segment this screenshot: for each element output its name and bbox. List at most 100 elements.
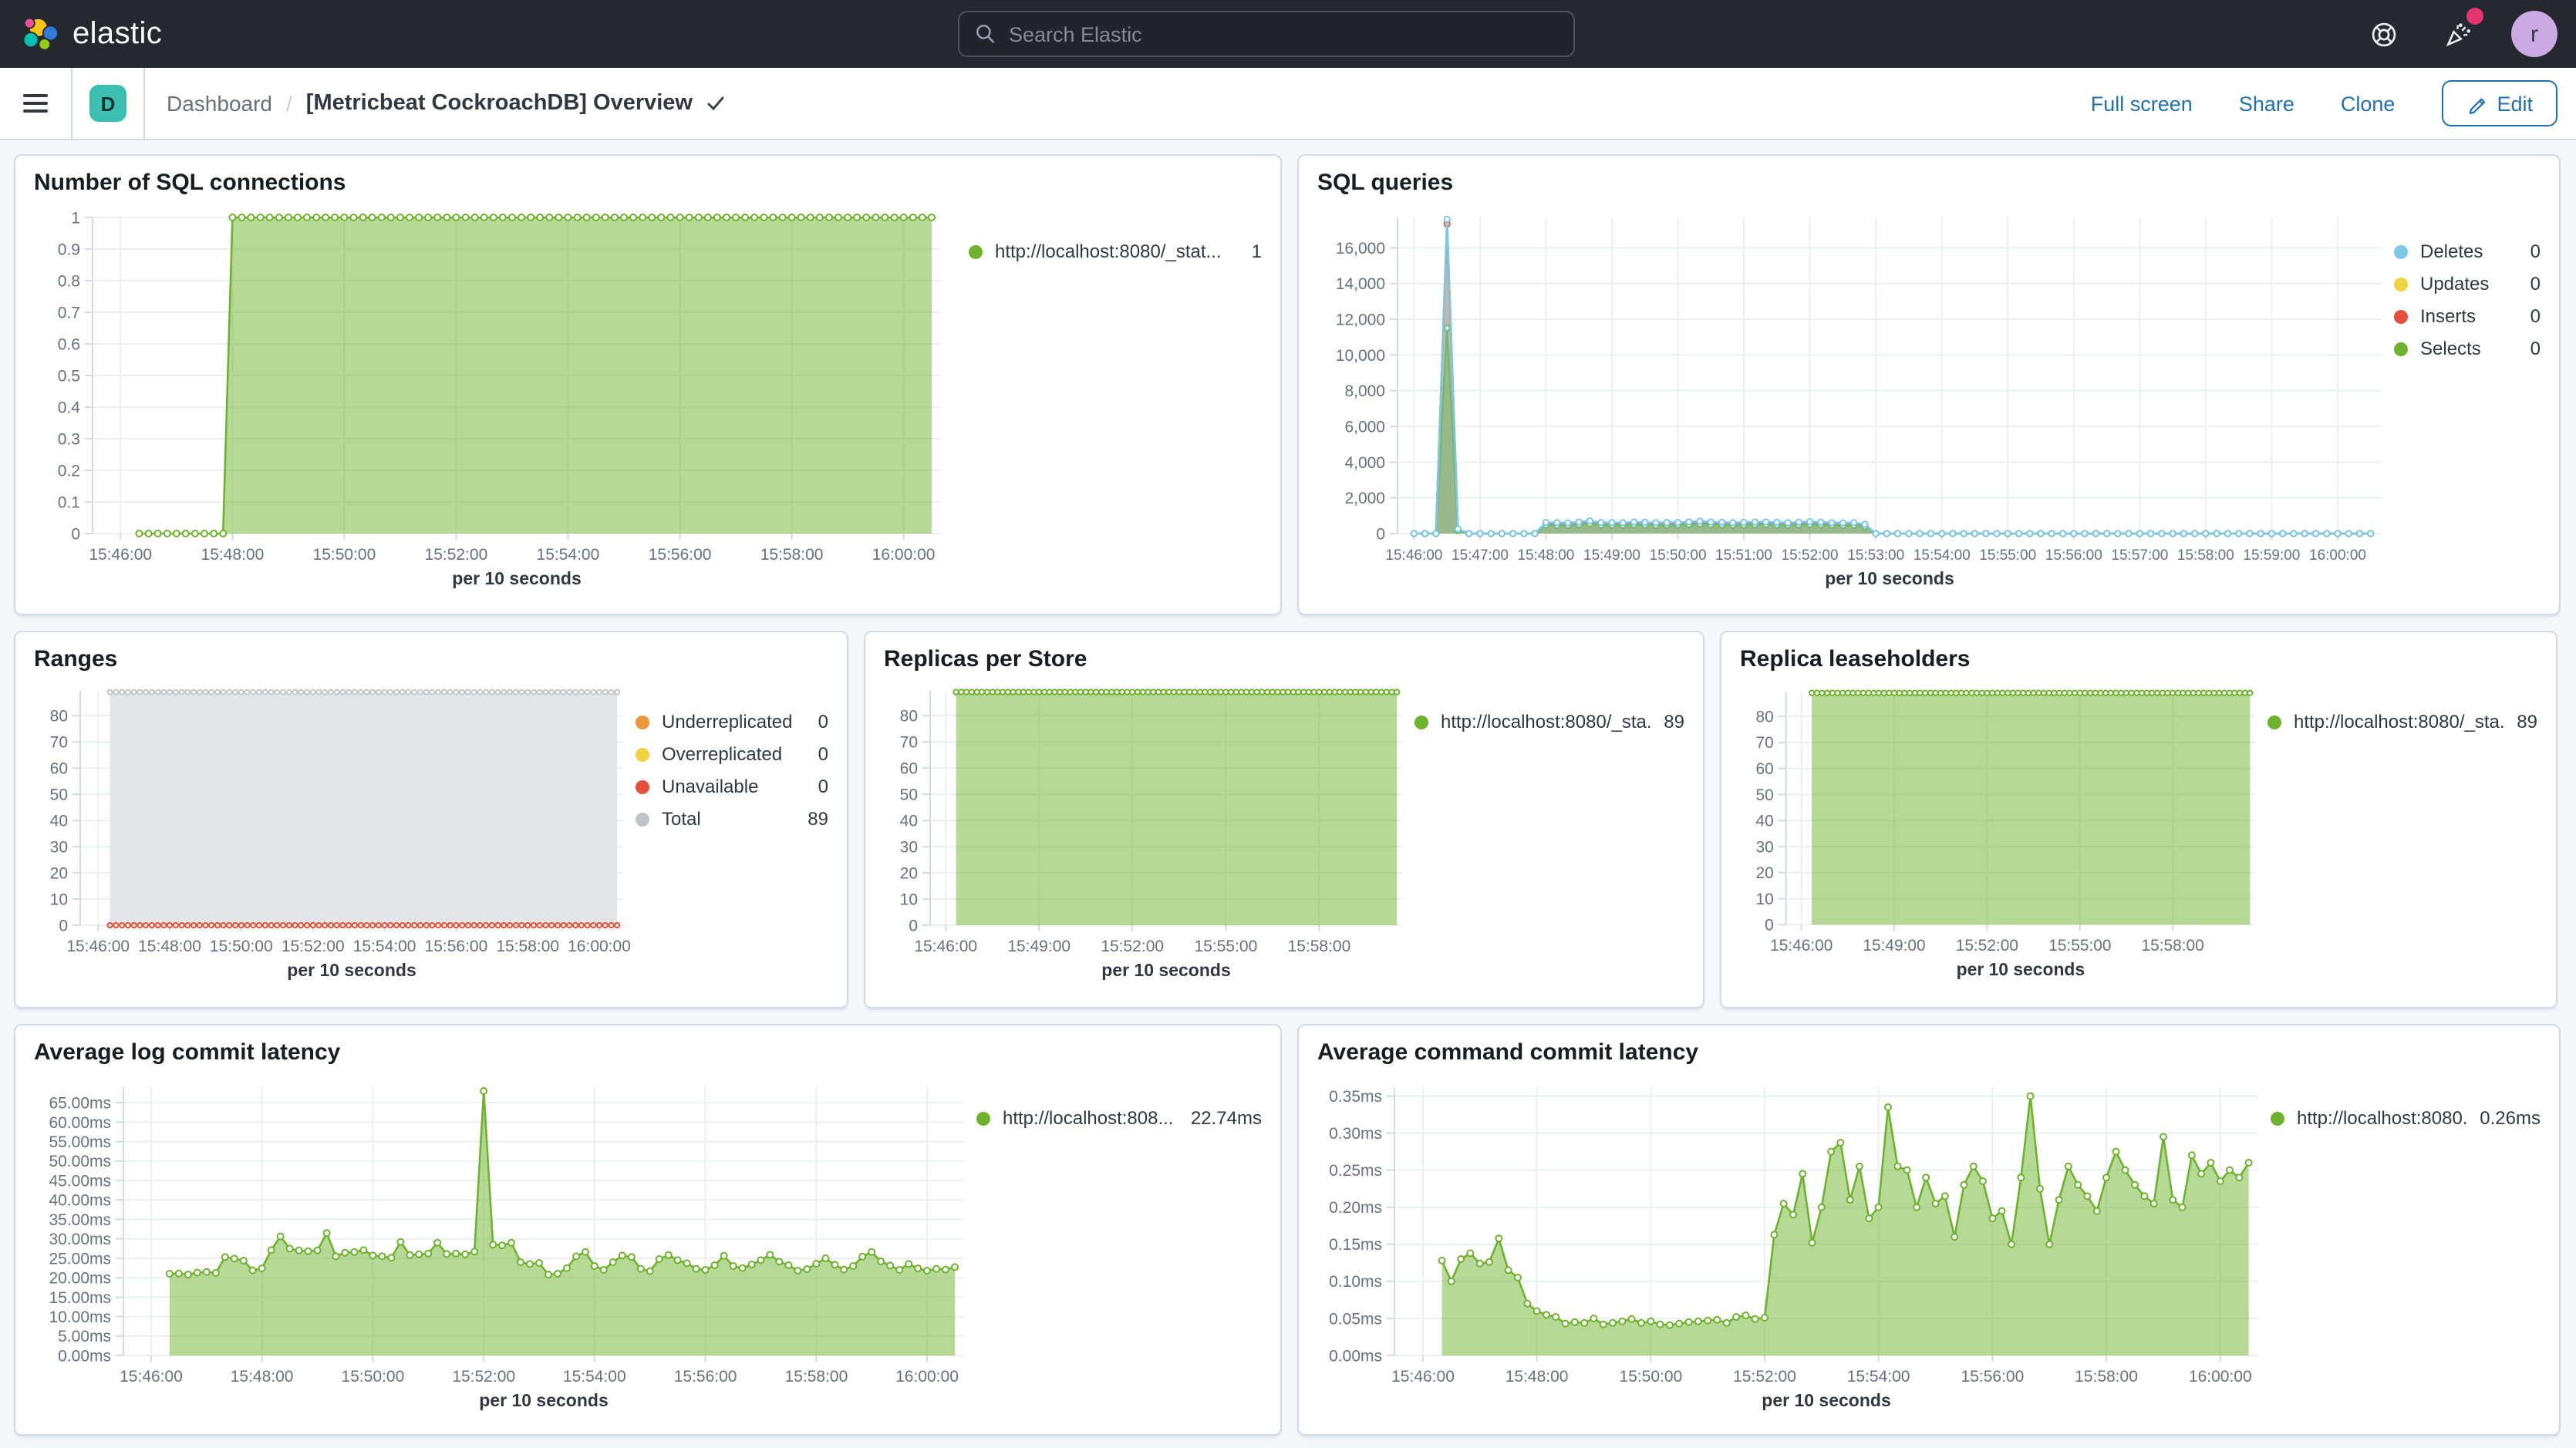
svg-text:10: 10 <box>900 891 918 908</box>
chart-region-sql-queries: 02,0004,0006,0008,00010,00012,00014,0001… <box>1299 202 2559 608</box>
panel-title-sql-connections: Number of SQL connections <box>15 156 1280 202</box>
svg-text:15:50:00: 15:50:00 <box>1650 547 1707 564</box>
elastic-logo-icon <box>22 15 59 52</box>
help-icon[interactable] <box>2363 14 2403 54</box>
share-button[interactable]: Share <box>2239 92 2294 115</box>
legend-item[interactable]: http://localhost:8080/_sta...89 <box>1414 706 1684 739</box>
svg-text:70: 70 <box>1756 734 1774 752</box>
chart-replicas-per-store-plot: 0102030405060708015:46:0015:49:0015:52:0… <box>884 679 1414 987</box>
svg-text:80: 80 <box>900 708 918 726</box>
legend-item[interactable]: http://localhost:8080...0.26ms <box>2271 1103 2541 1135</box>
svg-text:15:50:00: 15:50:00 <box>342 1368 405 1386</box>
svg-text:15:54:00: 15:54:00 <box>353 938 416 955</box>
svg-text:10: 10 <box>1756 891 1774 908</box>
legend-label: http://localhost:808... <box>1003 1103 1178 1135</box>
svg-text:20: 20 <box>900 864 918 882</box>
svg-text:15:50:00: 15:50:00 <box>210 938 273 955</box>
dashboard-content: Number of SQL connections00.10.20.30.40.… <box>0 140 2576 1448</box>
svg-text:20: 20 <box>50 864 68 882</box>
legend-item[interactable]: Unavailable0 <box>636 771 828 803</box>
svg-text:15:58:00: 15:58:00 <box>1288 938 1351 955</box>
global-search[interactable] <box>958 11 1575 57</box>
legend-value: 0.26ms <box>2480 1103 2541 1135</box>
breadcrumb-separator: / <box>286 91 292 116</box>
chart-ranges-plot: 0102030405060708015:46:0015:48:0015:50:0… <box>34 679 636 987</box>
svg-text:0.15ms: 0.15ms <box>1329 1236 1382 1254</box>
edit-button[interactable]: Edit <box>2441 80 2557 126</box>
svg-text:15:46:00: 15:46:00 <box>1391 1368 1455 1386</box>
title-caret-icon[interactable] <box>706 95 725 112</box>
legend-label: Selects <box>2420 333 2518 365</box>
legend-item[interactable]: http://localhost:8080/_stat...1 <box>969 236 1262 268</box>
legend-item[interactable]: Inserts0 <box>2394 301 2541 333</box>
elastic-brand[interactable]: elastic <box>0 15 162 52</box>
divider <box>71 68 72 139</box>
legend-dot-icon <box>636 748 649 762</box>
svg-text:15:46:00: 15:46:00 <box>1385 547 1442 564</box>
svg-text:15:46:00: 15:46:00 <box>1770 937 1833 955</box>
legend-avg-log-commit-latency: http://localhost:808...22.74ms <box>976 1072 1262 1417</box>
svg-text:0: 0 <box>1376 525 1385 543</box>
svg-text:30: 30 <box>900 839 918 857</box>
svg-text:15:55:00: 15:55:00 <box>2048 937 2111 955</box>
svg-text:15.00ms: 15.00ms <box>49 1289 111 1307</box>
svg-text:15:48:00: 15:48:00 <box>1517 547 1574 564</box>
svg-text:16:00:00: 16:00:00 <box>872 546 936 564</box>
dashboard-row: Number of SQL connections00.10.20.30.40.… <box>14 154 2562 615</box>
svg-text:15:46:00: 15:46:00 <box>66 938 130 955</box>
svg-text:30: 30 <box>1756 838 1774 856</box>
legend-dot-icon <box>969 245 983 259</box>
legend-value: 89 <box>2517 706 2537 739</box>
legend-item[interactable]: Selects 0 <box>2394 333 2541 365</box>
svg-text:per 10 seconds: per 10 seconds <box>479 1390 608 1410</box>
legend-item[interactable]: http://localhost:808...22.74ms <box>976 1103 1262 1135</box>
legend-item[interactable]: Underreplicated0 <box>636 706 828 739</box>
svg-text:15:46:00: 15:46:00 <box>914 938 977 955</box>
svg-text:per 10 seconds: per 10 seconds <box>1762 1390 1890 1410</box>
svg-text:15:56:00: 15:56:00 <box>2045 547 2102 564</box>
svg-text:10.00ms: 10.00ms <box>49 1308 111 1326</box>
svg-text:0.30ms: 0.30ms <box>1329 1125 1382 1143</box>
news-icon[interactable] <box>2437 14 2477 54</box>
svg-text:15:53:00: 15:53:00 <box>1847 547 1904 564</box>
space-initial: D <box>101 92 116 115</box>
svg-text:15:49:00: 15:49:00 <box>1863 937 1925 955</box>
legend-item[interactable]: http://localhost:8080/_sta...89 <box>2267 706 2537 739</box>
svg-text:15:47:00: 15:47:00 <box>1452 547 1509 564</box>
svg-text:15:56:00: 15:56:00 <box>674 1368 737 1386</box>
legend-item[interactable]: Deletes0 <box>2394 236 2541 268</box>
svg-text:6,000: 6,000 <box>1344 418 1385 436</box>
svg-text:15:46:00: 15:46:00 <box>120 1368 183 1386</box>
svg-text:15:50:00: 15:50:00 <box>313 546 376 564</box>
legend-item[interactable]: Total89 <box>636 803 828 836</box>
avatar[interactable]: r <box>2511 11 2557 57</box>
svg-text:per 10 seconds: per 10 seconds <box>1101 960 1230 980</box>
legend-label: Unavailable <box>662 771 806 803</box>
legend-item[interactable]: Updates0 <box>2394 268 2541 301</box>
svg-text:45.00ms: 45.00ms <box>49 1172 111 1190</box>
breadcrumb-dashboard[interactable]: Dashboard <box>167 91 272 116</box>
legend-dot-icon <box>2267 716 2281 729</box>
svg-text:4,000: 4,000 <box>1344 454 1385 472</box>
notification-dot <box>2466 8 2483 25</box>
space-avatar[interactable]: D <box>89 85 126 122</box>
full-screen-button[interactable]: Full screen <box>2091 92 2193 115</box>
svg-text:0.4: 0.4 <box>58 399 81 416</box>
header-right: r <box>2363 11 2576 57</box>
svg-text:16,000: 16,000 <box>1336 240 1385 258</box>
svg-text:15:54:00: 15:54:00 <box>563 1368 626 1386</box>
svg-text:per 10 seconds: per 10 seconds <box>1957 959 2085 979</box>
svg-text:15:49:00: 15:49:00 <box>1007 938 1071 955</box>
menu-icon[interactable] <box>0 68 71 139</box>
breadcrumb: Dashboard / [Metricbeat CockroachDB] Ove… <box>167 91 725 116</box>
svg-text:5.00ms: 5.00ms <box>58 1328 111 1345</box>
legend-value: 0 <box>2530 333 2541 365</box>
svg-text:15:49:00: 15:49:00 <box>1583 547 1640 564</box>
legend-value: 0 <box>818 739 828 771</box>
search-input[interactable] <box>996 21 1573 47</box>
legend-avg-command-commit-latency: http://localhost:8080...0.26ms <box>2271 1072 2541 1417</box>
svg-text:50: 50 <box>1756 786 1774 804</box>
legend-item[interactable]: Overreplicated0 <box>636 739 828 771</box>
clone-button[interactable]: Clone <box>2341 92 2396 115</box>
legend-label: Total <box>662 803 795 836</box>
